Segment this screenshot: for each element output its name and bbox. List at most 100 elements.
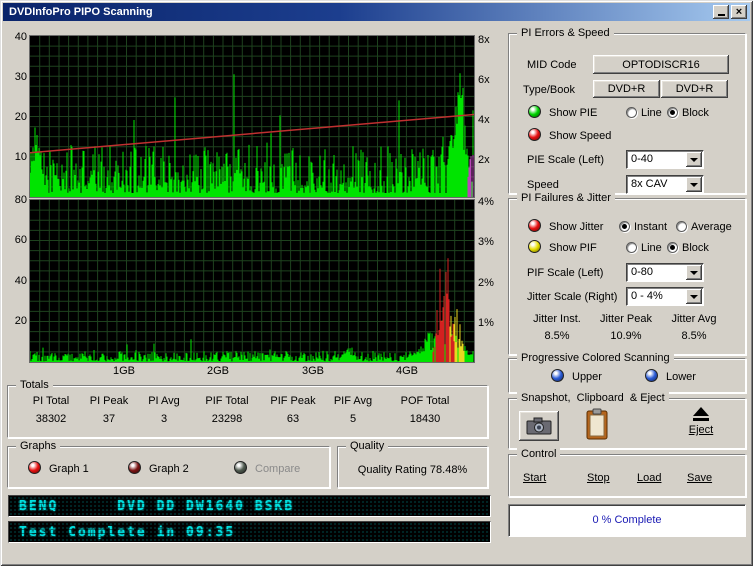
totals-group-title: Totals	[16, 379, 53, 391]
speed-select[interactable]: 8x CAV	[626, 175, 704, 194]
jitter-ytick: 2%	[478, 277, 508, 289]
speed-label: Speed	[527, 179, 559, 191]
lower-label: Lower	[666, 371, 696, 383]
pif-line-radio[interactable]	[626, 242, 637, 253]
pif-ytick: 40	[3, 275, 27, 287]
totals-header: PI Total	[33, 395, 70, 407]
book-type-value: DVD+R	[676, 83, 714, 95]
show-speed-led[interactable]	[528, 128, 541, 141]
totals-col-pof-total: POF Total18430	[382, 395, 468, 425]
graph2-label: Graph 2	[149, 463, 189, 475]
totals-col-pif-avg: PIF Avg 5	[324, 395, 382, 425]
pif-scale-dropdown-button[interactable]	[686, 265, 702, 280]
disc-type-button[interactable]: DVD+R	[593, 80, 660, 98]
pie-scale-select[interactable]: 0-40	[626, 150, 704, 169]
lcd-drive-text: BENQ DVD DD DW1640 BSKB	[19, 499, 294, 514]
pif-scale-label: PIF Scale (Left)	[527, 267, 603, 279]
graphs-group: Graphs Graph 1 Graph 2 Compare	[7, 446, 330, 488]
jitter-scale-dropdown-button[interactable]	[686, 289, 702, 304]
pif-ytick: 80	[3, 194, 27, 206]
totals-header: PI Peak	[90, 395, 129, 407]
jitter-ytick: 3%	[478, 236, 508, 248]
stop-button[interactable]: Stop	[587, 472, 610, 484]
jitter-inst-value: 8.5%	[522, 330, 592, 342]
graph1-led[interactable]	[28, 461, 41, 474]
graphs-group-title: Graphs	[16, 440, 60, 452]
totals-header: PI Avg	[148, 395, 180, 407]
progressive-scanning-title: Progressive Colored Scanning	[517, 352, 674, 364]
save-button[interactable]: Save	[687, 472, 712, 484]
pie-block-radio[interactable]	[667, 107, 678, 118]
lcd-status-text: Test Complete in 09:35	[19, 525, 235, 540]
show-pie-led[interactable]	[528, 105, 541, 118]
pif-line-label: Line	[641, 242, 662, 254]
clipboard-icon	[585, 408, 609, 440]
pie-ytick: 10	[3, 151, 27, 163]
jitter-ytick: 1%	[478, 317, 508, 329]
pif-jitter-plot	[30, 200, 474, 362]
pie-errors-plot	[30, 36, 474, 197]
totals-col-pi-avg: PI Avg3	[136, 395, 192, 425]
jitter-instant-radio[interactable]	[619, 221, 630, 232]
totals-group: Totals PI Total38302 PI Peak37 PI Avg3 P…	[7, 385, 488, 438]
pie-scale-value: 0-40	[631, 153, 653, 165]
totals-value: 38302	[36, 413, 67, 425]
minimize-icon	[718, 14, 725, 16]
chevron-down-icon	[690, 271, 698, 275]
jitter-average-label: Average	[691, 221, 732, 233]
totals-col-pi-peak: PI Peak37	[82, 395, 136, 425]
totals-value: 5	[350, 413, 356, 425]
pie-ytick: 40	[3, 31, 27, 43]
totals-col-pif-peak: PIF Peak63	[262, 395, 324, 425]
speed-dropdown-button[interactable]	[686, 177, 702, 192]
x-axis-tick: 1GB	[104, 365, 144, 377]
jitter-ytick: 4%	[478, 196, 508, 208]
window-title: DVDInfoPro PIPO Scanning	[6, 6, 153, 18]
x-axis-tick: 3GB	[293, 365, 333, 377]
jitter-average-radio[interactable]	[676, 221, 687, 232]
lcd-status: Test Complete in 09:35	[8, 521, 491, 543]
progress-text: 0 % Complete	[592, 514, 661, 526]
totals-header: PIF Avg	[334, 395, 372, 407]
speed-value: 8x CAV	[631, 178, 667, 190]
snapshot-button[interactable]	[519, 411, 559, 441]
compare-led	[234, 461, 247, 474]
show-jitter-led[interactable]	[528, 219, 541, 232]
lower-led[interactable]	[645, 369, 658, 382]
disc-type-value: DVD+R	[608, 83, 646, 95]
pif-ytick: 20	[3, 315, 27, 327]
mid-code-box[interactable]: OPTODISCR16	[593, 55, 729, 74]
show-jitter-label: Show Jitter	[549, 221, 603, 233]
camera-icon	[526, 417, 552, 435]
x-axis-tick: 4GB	[387, 365, 427, 377]
totals-header: POF Total	[401, 395, 450, 407]
jitter-scale-select[interactable]: 0 - 4%	[626, 287, 704, 306]
clipboard-button[interactable]	[585, 408, 609, 443]
pie-scale-dropdown-button[interactable]	[686, 152, 702, 167]
minimize-button[interactable]	[713, 5, 729, 19]
start-button[interactable]: Start	[523, 472, 546, 484]
chevron-down-icon	[690, 158, 698, 162]
pie-ytick: 20	[3, 111, 27, 123]
mid-code-value: OPTODISCR16	[622, 59, 699, 71]
pie-scale-label: PIE Scale (Left)	[527, 154, 604, 166]
close-button[interactable]: ×	[731, 5, 747, 19]
pif-ytick: 60	[3, 234, 27, 246]
graph2-led[interactable]	[128, 461, 141, 474]
upper-led[interactable]	[551, 369, 564, 382]
pi-failures-jitter-title: PI Failures & Jitter	[517, 192, 615, 204]
load-button[interactable]: Load	[637, 472, 661, 484]
pif-block-radio[interactable]	[667, 242, 678, 253]
progress-bar: 0 % Complete	[508, 504, 746, 537]
jitter-inst-label: Jitter Inst.	[522, 313, 592, 325]
eject-label: Eject	[689, 424, 713, 436]
show-pif-led[interactable]	[528, 240, 541, 253]
eject-button[interactable]: Eject	[677, 407, 725, 436]
close-icon: ×	[736, 6, 742, 19]
jitter-peak-value: 10.9%	[591, 330, 661, 342]
book-type-button[interactable]: DVD+R	[661, 80, 728, 98]
pif-scale-select[interactable]: 0-80	[626, 263, 704, 282]
control-group: Control Start Stop Load Save	[508, 454, 746, 497]
pie-line-radio[interactable]	[626, 107, 637, 118]
pie-errors-chart	[30, 36, 474, 197]
